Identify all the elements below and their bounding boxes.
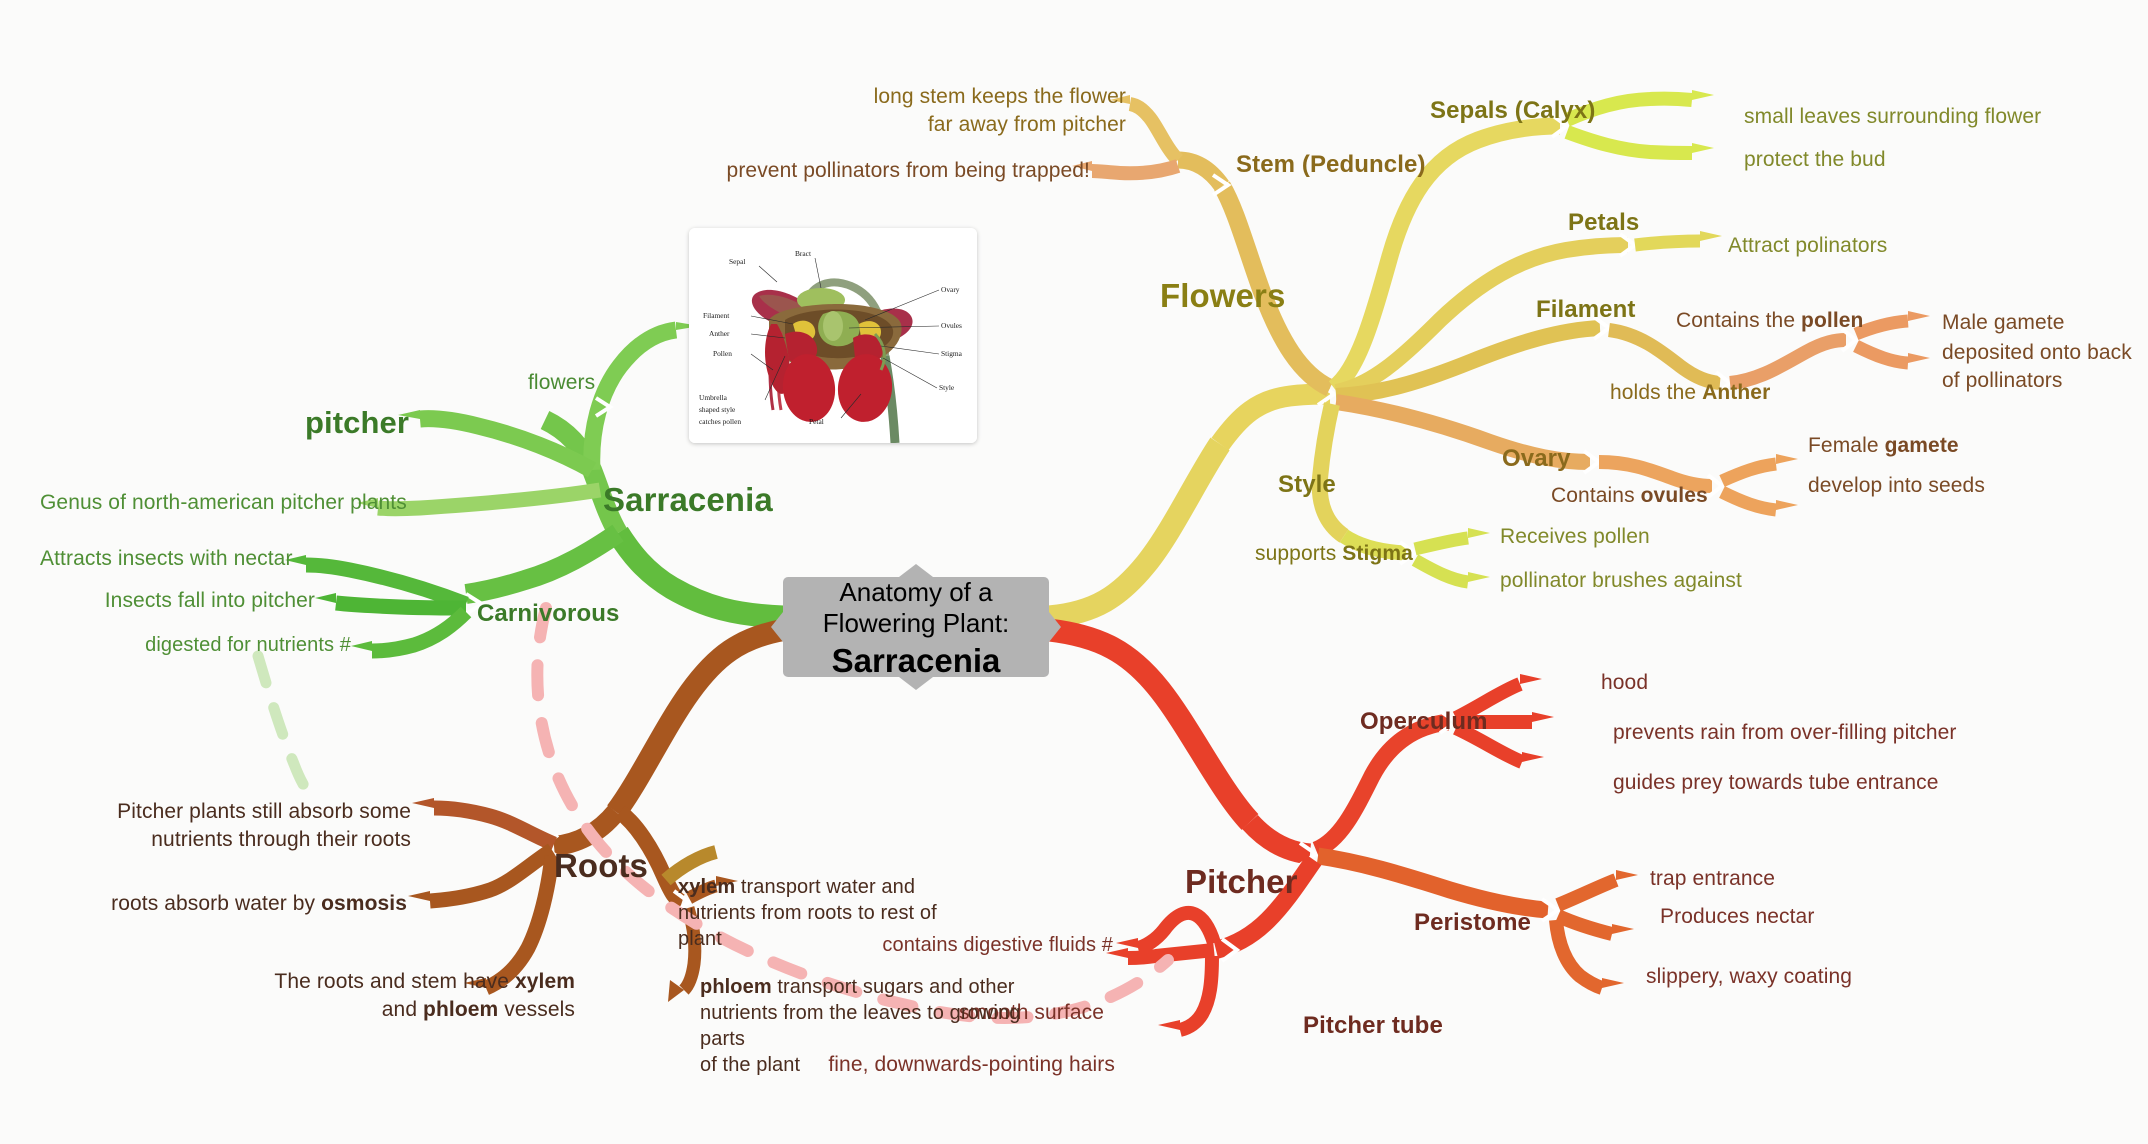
central-title-species: Sarracenia (831, 641, 1001, 679)
leaf-contains-ovules-text: Contains (1551, 484, 1641, 507)
leaf-xylem-l3: plant (678, 928, 722, 950)
leaf-roots-stem-pre1: The roots and stem have (274, 970, 515, 993)
leaf-roots-stem-bold2: phloem (423, 998, 499, 1021)
branch-label-pitcher[interactable]: Pitcher (1185, 862, 1298, 902)
illus-label-pollen: Pollen (713, 349, 732, 358)
branch-label-style[interactable]: Style (1278, 470, 1336, 499)
leaf-supports-stigma-bold: Stigma (1342, 542, 1413, 565)
branch-label-flowers[interactable]: Flowers (1160, 276, 1285, 316)
branch-label-peristome[interactable]: Peristome (1414, 908, 1531, 937)
leaf-roots-stem-post2: vessels (498, 998, 575, 1021)
leaf-pitcher[interactable]: pitcher (305, 404, 409, 442)
leaf-hood[interactable]: hood (1601, 670, 1648, 696)
illus-label-stigma: Stigma (941, 349, 963, 358)
leaf-long-stem-l2: far away from pitcher (927, 113, 1126, 136)
central-node-arrow-left (771, 612, 783, 642)
illus-label-sepal: Sepal (729, 257, 745, 266)
leaf-long-stem-l1[interactable]: long stem keeps the flower (780, 84, 1126, 110)
leaf-roots-stem-pre2: and (381, 998, 424, 1021)
branch-label-pitcher-tube[interactable]: Pitcher tube (1303, 1011, 1443, 1040)
leaf-pollinator-brushes[interactable]: pollinator brushes against (1500, 568, 1742, 594)
branch-label-stem-peduncle[interactable]: Stem (Peduncle) (1236, 150, 1426, 179)
leaf-pitcher-plants-absorb-l2: nutrients through their roots (151, 828, 411, 851)
branch-label-roots[interactable]: Roots (554, 846, 648, 886)
illus-label-anther: Anther (709, 329, 730, 338)
leaf-trap-entrance[interactable]: trap entrance (1650, 866, 1775, 892)
leaf-roots-stem-xylem-l1[interactable]: The roots and stem have xylem (150, 969, 575, 995)
leaf-contains-pollen-bold: pollen (1801, 309, 1864, 332)
leaf-contains-pollen[interactable]: Contains the pollen (1676, 308, 1863, 334)
branch-label-ovary[interactable]: Ovary (1502, 444, 1571, 473)
leaf-contains-ovules[interactable]: Contains ovules (1551, 483, 1708, 509)
leaf-contains-ovules-bold: ovules (1640, 484, 1708, 507)
leaf-slippery-waxy[interactable]: slippery, waxy coating (1646, 964, 1852, 990)
leaf-deposited-back-l2: of pollinators (1942, 369, 2063, 392)
mindmap-canvas: Anatomy of a Flowering Plant: Sarracenia (0, 0, 2148, 1144)
illus-label-bract: Bract (795, 249, 812, 258)
leaf-holds-anther-text: holds the (1610, 381, 1703, 404)
central-title-line2: Flowering Plant: (822, 607, 1010, 638)
leaf-flowers[interactable]: flowers (528, 370, 595, 396)
leaf-deposited-back-l1[interactable]: deposited onto back (1942, 340, 2132, 366)
leaf-female-gamete-pre: Female (1808, 434, 1885, 457)
leaf-protect-bud[interactable]: protect the bud (1744, 147, 1886, 173)
leaf-pitcher-plants-absorb-l1[interactable]: Pitcher plants still absorb some (70, 799, 411, 825)
leaf-supports-stigma[interactable]: supports Stigma (1255, 541, 1413, 567)
leaf-roots-stem-bold1: xylem (514, 970, 575, 993)
illus-label-style: Style (939, 383, 955, 392)
leaf-roots-absorb-osmosis[interactable]: roots absorb water by osmosis (70, 891, 407, 917)
leaf-roots-absorb-osmosis-pre: roots absorb water by (111, 892, 322, 915)
leaf-phloem-l1: transport sugars and other (771, 976, 1015, 998)
leaf-genus-north-american[interactable]: Genus of north-american pitcher plants (40, 490, 407, 516)
leaf-supports-stigma-pre: supports (1255, 542, 1343, 565)
branch-label-petals[interactable]: Petals (1568, 208, 1639, 237)
leaf-prevent-pollinators[interactable]: prevent pollinators from being trapped! (700, 158, 1090, 184)
leaf-male-gamete[interactable]: Male gamete (1942, 310, 2065, 336)
leaf-female-gamete[interactable]: Female gamete (1808, 433, 1959, 459)
leaf-xylem-l2: nutrients from roots to rest of (678, 902, 937, 924)
leaf-develop-into-seeds[interactable]: develop into seeds (1808, 473, 1985, 499)
leaf-guides-prey[interactable]: guides prey towards tube entrance (1613, 770, 1939, 796)
illus-label-umbrella-2: shaped style (699, 405, 736, 414)
leaf-roots-stem-xylem-l2: and phloem vessels (150, 997, 575, 1023)
central-node-arrow-right (1049, 612, 1061, 642)
leaf-prevents-rain[interactable]: prevents rain from over-filling pitcher (1613, 720, 1957, 746)
central-node-arrow-bottom (899, 677, 933, 690)
leaf-digested-for-nutrients[interactable]: digested for nutrients # (40, 633, 351, 657)
flower-cross-section-illustration: Sepal Bract Ovary Filament Ovules Anther… (689, 228, 977, 443)
illus-label-ovary: Ovary (941, 285, 960, 294)
central-node-arrow-top (899, 564, 933, 577)
leaf-phloem-l3: parts (700, 1028, 745, 1050)
leaf-insects-fall[interactable]: Insects fall into pitcher (40, 588, 315, 614)
leaf-phloem-l4: of the plant (700, 1054, 801, 1076)
leaf-phloem-bold: phloem (700, 976, 772, 998)
leaf-phloem-transport[interactable]: phloem transport sugars and other (700, 975, 1030, 999)
illus-label-petal: Petal (809, 417, 824, 426)
leaf-xylem-l1: transport water and (735, 876, 916, 898)
illus-label-ovules: Ovules (941, 321, 962, 330)
leaf-female-gamete-bold: gamete (1884, 434, 1959, 457)
leaf-holds-anther[interactable]: holds the Anther (1610, 380, 1770, 406)
branch-label-filament[interactable]: Filament (1536, 295, 1635, 324)
leaf-xylem-transport[interactable]: xylem transport water and (678, 875, 978, 899)
leaf-phloem-l2: nutrients from the leaves to growing (700, 1002, 1021, 1024)
central-title-line1: Anatomy of a (839, 576, 993, 607)
leaf-produces-nectar[interactable]: Produces nectar (1660, 904, 1814, 930)
illus-label-filament: Filament (703, 311, 730, 320)
illus-label-umbrella-3: catches pollen (699, 417, 741, 426)
central-node[interactable]: Anatomy of a Flowering Plant: Sarracenia (771, 564, 1061, 690)
leaf-attracts-insects[interactable]: Attracts insects with nectar (40, 546, 292, 572)
leaf-attract-polinators[interactable]: Attract polinators (1728, 233, 1887, 259)
branch-label-sarracenia[interactable]: Sarracenia (603, 480, 773, 520)
leaf-contains-pollen-text: Contains the (1676, 309, 1802, 332)
leaf-roots-absorb-osmosis-bold: osmosis (321, 892, 407, 915)
branch-label-carnivorous[interactable]: Carnivorous (477, 599, 619, 628)
leaf-small-leaves[interactable]: small leaves surrounding flower (1744, 104, 2041, 130)
branch-label-sepals-calyx[interactable]: Sepals (Calyx) (1430, 96, 1595, 125)
illus-label-umbrella-1: Umbrella (699, 393, 728, 402)
branch-label-operculum[interactable]: Operculum (1360, 707, 1488, 736)
leaf-receives-pollen[interactable]: Receives pollen (1500, 524, 1650, 550)
leaf-xylem-bold: xylem (678, 876, 736, 898)
leaf-holds-anther-bold: Anther (1702, 381, 1771, 404)
